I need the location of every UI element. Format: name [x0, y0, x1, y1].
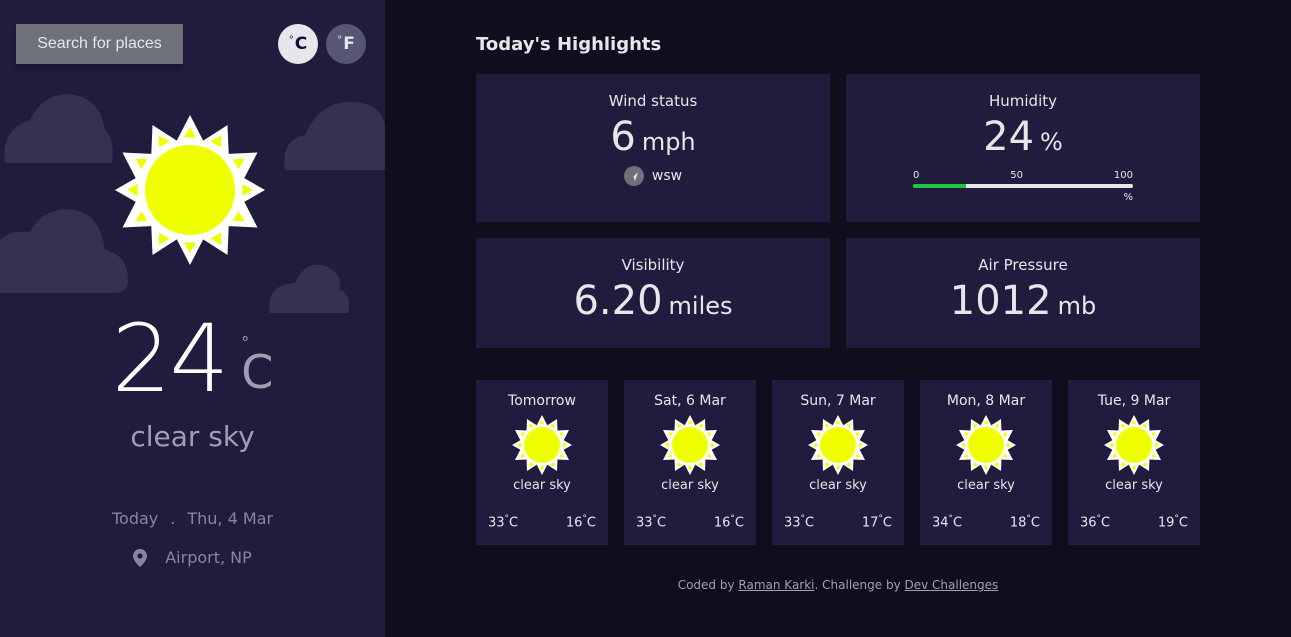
forecast-condition: clear sky [809, 478, 867, 493]
wind-direction-label: wsw [651, 168, 683, 184]
date-today-label: Today [111, 509, 159, 528]
forecast-card: Sat, 6 Mar clear sky 33°C 16°C [624, 380, 756, 545]
forecast-condition: clear sky [513, 478, 571, 493]
forecast-max: 33°C [784, 514, 815, 531]
navigation-arrow-icon [623, 166, 644, 186]
current-location: Airport, NP [0, 548, 385, 567]
current-temp-value: 24 [111, 305, 230, 414]
sun-icon [115, 115, 265, 265]
visibility-value: 6.20 miles [573, 278, 733, 324]
humidity-value: 24% [983, 114, 1063, 160]
date-value: Thu, 4 Mar [187, 509, 274, 528]
forecast-temps: 33°C 16°C [636, 514, 744, 530]
forecast-day: Mon, 8 Mar [946, 393, 1026, 409]
location-label: Airport, NP [165, 548, 252, 567]
current-condition: clear sky [130, 420, 255, 453]
sun-icon [808, 415, 868, 475]
forecast-min: 18°C [1009, 514, 1040, 531]
date-separator: . [170, 509, 176, 528]
wind-value: 6 mph [610, 114, 696, 160]
humidity-progress-fill [913, 184, 966, 188]
author-link[interactable]: Raman Karki [738, 578, 814, 592]
degree-symbol: ° [288, 34, 294, 46]
current-date: Today. Thu, 4 Mar [0, 509, 385, 528]
sun-icon [660, 415, 720, 475]
footer-prefix: Coded by [677, 578, 735, 592]
forecast-min: 16°C [713, 514, 744, 531]
footer: Coded by Raman Karki. Challenge by Dev C… [476, 578, 1200, 592]
forecast-condition: clear sky [957, 478, 1015, 493]
forecast-min: 16°C [565, 514, 596, 531]
celsius-label: C [294, 34, 308, 54]
forecast-temps: 33°C 16°C [488, 514, 596, 530]
air-pressure-card: Air Pressure 1012 mb [846, 238, 1200, 348]
humidity-card: Humidity 24% 0 50 100 % [846, 74, 1200, 222]
forecast-max: 34°C [932, 514, 963, 531]
forecast-temps: 34°C 18°C [932, 514, 1040, 530]
pressure-label: Air Pressure [978, 256, 1068, 274]
forecast-max: 36°C [1080, 514, 1111, 531]
current-temp-unit: ° C [241, 333, 274, 399]
fahrenheit-label: F [343, 34, 355, 54]
forecast-day: Sat, 6 Mar [654, 393, 726, 409]
forecast-min: 19°C [1157, 514, 1188, 531]
forecast-temps: 33°C 17°C [784, 514, 892, 530]
humidity-progress-bar [913, 184, 1133, 188]
visibility-label: Visibility [621, 256, 685, 274]
degree-symbol: ° [337, 34, 343, 46]
humidity-label: Humidity [988, 92, 1057, 110]
wind-label: Wind status [608, 92, 698, 110]
forecast-condition: clear sky [1105, 478, 1163, 493]
forecast-card: Mon, 8 Mar clear sky 34°C 18°C [920, 380, 1052, 545]
sidebar: Search for places ° C ° F 24 ° C clear sky T… [0, 0, 385, 637]
forecast-card: Sun, 7 Mar clear sky 33°C 17°C [772, 380, 904, 545]
forecast-min: 17°C [861, 514, 892, 531]
wind-direction: wsw [476, 166, 830, 186]
sun-icon [1104, 415, 1164, 475]
humidity-scale: 0 50 100 % [913, 170, 1133, 203]
location-pin-icon [133, 548, 148, 567]
wind-status-card: Wind status 6 mph wsw [476, 74, 830, 222]
forecast-card: Tue, 9 Mar clear sky 36°C 19°C [1068, 380, 1200, 545]
fahrenheit-toggle-button[interactable]: ° F [326, 24, 366, 64]
humidity-scale-unit: % [1123, 192, 1133, 203]
footer-middle: . Challenge by [814, 578, 901, 592]
visibility-card: Visibility 6.20 miles [476, 238, 830, 348]
humidity-tick-mid: 50 [1010, 170, 1023, 181]
sun-icon [956, 415, 1016, 475]
forecast-day: Tue, 9 Mar [1097, 393, 1171, 409]
forecast-max: 33°C [636, 514, 667, 531]
sun-icon [512, 415, 572, 475]
highlights-title: Today's Highlights [476, 34, 662, 55]
search-places-button[interactable]: Search for places [16, 24, 183, 64]
humidity-tick-max: 100 [1113, 170, 1133, 181]
forecast-max: 33°C [488, 514, 519, 531]
humidity-tick-min: 0 [913, 170, 920, 181]
current-temperature: 24 ° C [0, 305, 385, 414]
pressure-value: 1012 mb [949, 278, 1097, 324]
forecast-day: Tomorrow [508, 393, 576, 409]
forecast-day: Sun, 7 Mar [800, 393, 876, 409]
forecast-temps: 36°C 19°C [1080, 514, 1188, 530]
dev-challenges-link[interactable]: Dev Challenges [905, 578, 999, 592]
forecast-card: Tomorrow clear sky 33°C 16°C [476, 380, 608, 545]
forecast-condition: clear sky [661, 478, 719, 493]
celsius-toggle-button[interactable]: ° C [278, 24, 318, 64]
